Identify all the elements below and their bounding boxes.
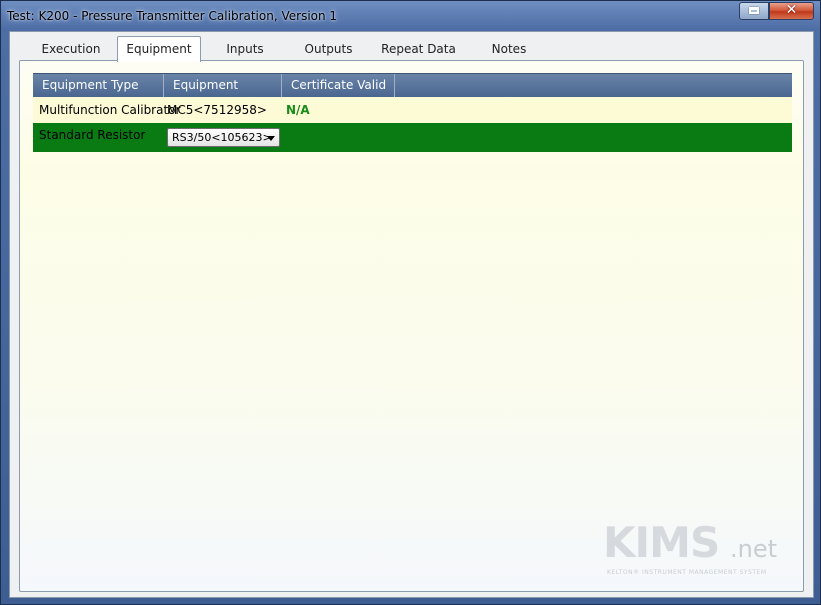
- table-row-selected[interactable]: Standard Resistor RS3/50<105623>: [33, 123, 792, 152]
- tab-outputs[interactable]: Outputs: [291, 37, 366, 61]
- table-row[interactable]: Multifunction Calibrator MC5<7512958> N/…: [33, 97, 792, 123]
- column-header-equipment-type[interactable]: Equipment Type: [33, 74, 164, 97]
- equipment-select[interactable]: RS3/50<105623>: [167, 128, 280, 147]
- title-bar[interactable]: Test: K200 - Pressure Transmitter Calibr…: [1, 1, 820, 31]
- logo-tagline: KELTON® INSTRUMENT MANAGEMENT SYSTEM: [607, 569, 767, 576]
- restore-icon: [749, 7, 759, 14]
- certificate-valid-to-cell: N/A: [286, 103, 310, 117]
- tab-equipment[interactable]: Equipment: [117, 36, 201, 62]
- restore-button[interactable]: [739, 2, 769, 20]
- close-icon: ✕: [785, 2, 798, 18]
- kims-logo: KIMS .net KELTON® INSTRUMENT MANAGEMENT …: [603, 518, 777, 578]
- window-title: Test: K200 - Pressure Transmitter Calibr…: [7, 9, 338, 23]
- tab-repeat-data[interactable]: Repeat Data: [377, 37, 460, 61]
- column-header-certificate-valid-to[interactable]: Certificate Valid To: [282, 74, 395, 115]
- tab-execution[interactable]: Execution: [30, 37, 112, 61]
- client-area: Execution Equipment Inputs Outputs Repea…: [9, 31, 814, 598]
- equipment-type-cell: Multifunction Calibrator: [39, 103, 181, 117]
- chevron-down-icon[interactable]: [267, 136, 275, 141]
- grid-header: Equipment Type Equipment Certificate Val…: [33, 73, 792, 115]
- equipment-select-value: RS3/50<105623>: [172, 131, 272, 144]
- equipment-type-cell: Standard Resistor: [39, 128, 146, 142]
- logo-suffix-text: .net: [730, 535, 778, 563]
- equipment-cell: MC5<7512958>: [167, 103, 267, 117]
- tab-notes[interactable]: Notes: [472, 37, 546, 61]
- close-button[interactable]: ✕: [769, 2, 814, 20]
- logo-main-text: KIMS: [603, 518, 720, 567]
- application-window: Test: K200 - Pressure Transmitter Calibr…: [0, 0, 821, 605]
- tab-inputs[interactable]: Inputs: [208, 37, 282, 61]
- equipment-panel: Equipment Type Equipment Certificate Val…: [19, 60, 804, 592]
- column-header-equipment[interactable]: Equipment: [164, 74, 282, 97]
